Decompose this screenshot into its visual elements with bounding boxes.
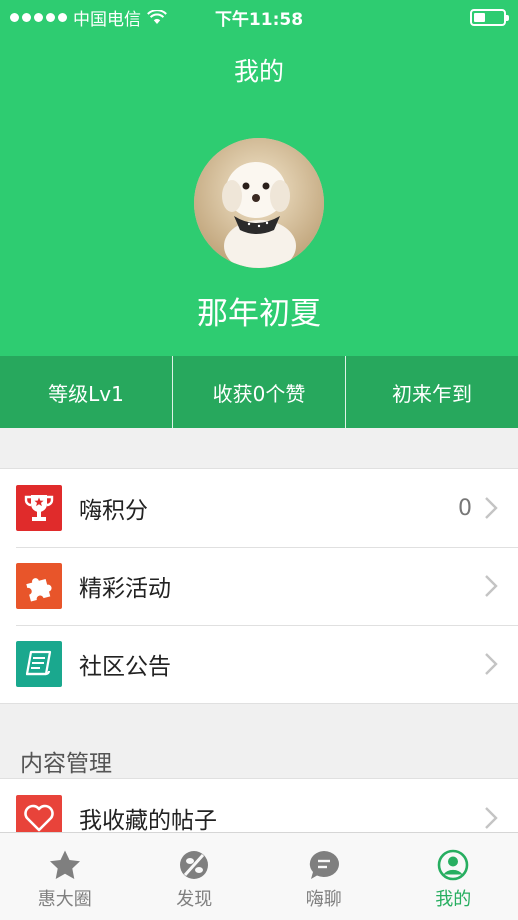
chevron-right-icon [484,652,498,676]
stats-bar: 等级Lv1 收获0个赞 初来乍到 [0,356,518,428]
content-group: 我收藏的帖子 [0,778,518,834]
chevron-right-icon [484,574,498,598]
tab-discover[interactable]: 发现 [130,833,260,920]
menu-item-points[interactable]: 嗨积分 0 [0,469,518,547]
menu-label-events: 精彩活动 [79,576,171,602]
status-time: 下午11:58 [214,10,304,30]
notice-icon [16,641,62,687]
tab-profile[interactable]: 我的 [389,833,518,920]
battery-icon [470,9,509,26]
tab-bar: 惠大圈 发现 嗨聊 我的 [0,832,518,920]
stat-level[interactable]: 等级Lv1 [0,356,172,428]
battery-level [474,13,485,22]
chevron-right-icon [484,806,498,830]
tab-label-chat: 嗨聊 [305,889,342,910]
dog-avatar-image [194,138,324,268]
section-title-content: 内容管理 [20,751,112,777]
page-title: 我的 [233,57,284,86]
star-icon [49,850,80,879]
tab-label-profile: 我的 [435,889,472,910]
profile-icon [437,849,469,881]
username: 那年初夏 [197,296,321,332]
profile-header: 我的 那年初夏 [0,34,518,356]
puzzle-icon [16,563,62,609]
menu-label-notice: 社区公告 [79,654,171,680]
tab-label-home: 惠大圈 [37,889,92,910]
menu-group: 嗨积分 0 精彩活动 社区公告 [0,468,518,704]
avatar[interactable] [194,138,324,268]
menu-label-favorites: 我收藏的帖子 [79,808,217,834]
menu-item-notice[interactable]: 社区公告 [0,625,518,703]
points-value: 0 [458,495,472,521]
menu-item-favorites[interactable]: 我收藏的帖子 [0,779,518,834]
tab-home[interactable]: 惠大圈 [0,833,130,920]
stat-likes[interactable]: 收获0个赞 [172,356,345,428]
discover-icon [180,851,209,879]
status-bar: 中国电信 下午11:58 [0,0,518,34]
menu-label-points: 嗨积分 [79,498,148,524]
stat-rank[interactable]: 初来乍到 [345,356,518,428]
tab-chat[interactable]: 嗨聊 [259,833,389,920]
chat-icon [309,851,339,879]
menu-item-events[interactable]: 精彩活动 [0,547,518,625]
heart-icon [16,795,62,834]
trophy-icon [16,485,62,531]
tab-label-discover: 发现 [176,889,213,910]
chevron-right-icon [484,496,498,520]
